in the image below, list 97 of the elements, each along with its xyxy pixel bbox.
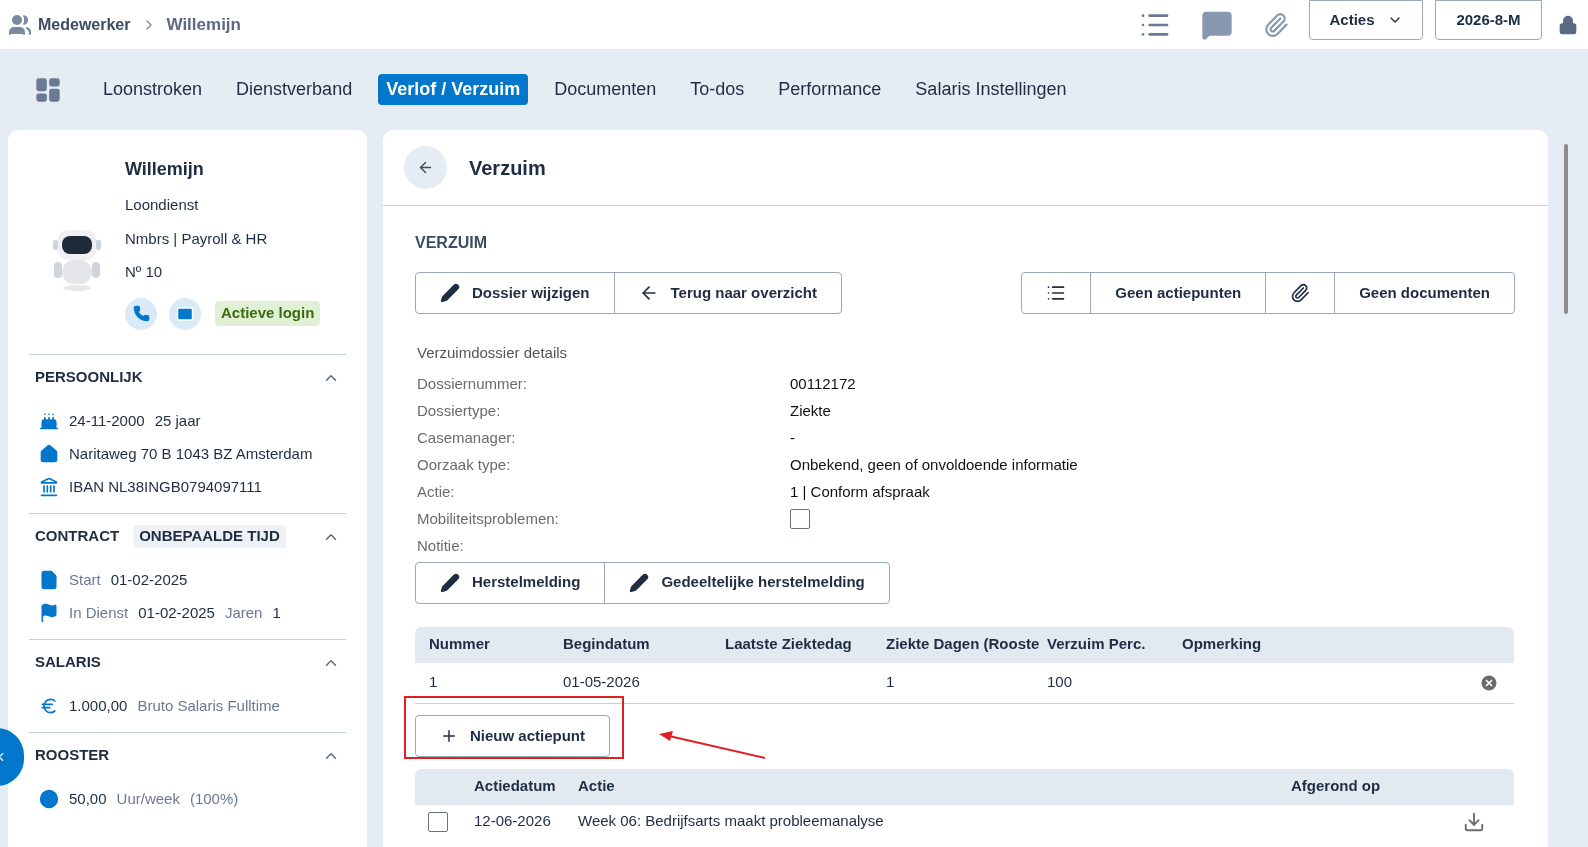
document-icon: [39, 570, 59, 590]
actions-dropdown[interactable]: Acties: [1309, 0, 1423, 40]
mail-button[interactable]: [169, 297, 201, 330]
column-header: Actie: [578, 776, 616, 797]
cake-icon: [39, 411, 59, 431]
table-cell-text: 01-05-2026: [563, 672, 641, 693]
status-badge: Actieve login: [215, 301, 321, 326]
section-title: SALARIS: [35, 652, 101, 673]
column-header: Nummer: [429, 634, 491, 655]
nav-tab[interactable]: Loonstroken: [95, 74, 211, 105]
table-cell-text: 100: [1047, 672, 1074, 693]
nav-tab[interactable]: To-dos: [682, 74, 753, 105]
list-icon: [1046, 283, 1067, 303]
nav-tab[interactable]: Salaris Instellingen: [907, 74, 1075, 105]
panel-title: Verzuim: [469, 155, 546, 181]
field-value: 01-02-2025: [110, 569, 188, 590]
pencil-icon: [440, 283, 460, 303]
detail-label: Dossiernummer:: [417, 373, 529, 394]
detail-value: 1 | Conform afspraak: [790, 481, 930, 502]
field-label: Bruto Salaris Fulltime: [137, 695, 280, 716]
table-cell-text: 1: [429, 672, 439, 693]
detail-label: Casemanager:: [417, 427, 517, 448]
section-title: ROOSTER: [35, 745, 110, 766]
section-heading: VERZUIM: [415, 233, 488, 253]
detail-label: Oorzaak type:: [417, 454, 512, 475]
dashboard-icon[interactable]: [34, 75, 62, 104]
field-value: 50,00: [69, 788, 107, 809]
profile-line: Nº 10: [125, 262, 164, 282]
table-cell-text: 1: [886, 672, 896, 693]
column-header: Laatste Ziektedag: [725, 634, 853, 655]
toolbar-button[interactable]: Gedeeltelijke herstelmelding: [604, 562, 889, 603]
detail-label: Mobiliteitsproblemen:: [417, 508, 560, 529]
section-title: CONTRACT: [35, 526, 120, 547]
field-value: 25 jaar: [154, 410, 201, 431]
column-header: Begindatum: [563, 634, 651, 655]
plus-icon: [440, 727, 458, 745]
profile-line: Nmbrs | Payroll & HR: [125, 228, 269, 249]
download-icon[interactable]: [1463, 810, 1485, 833]
field-value: IBAN NL38INGB0794097111: [69, 476, 262, 497]
field-value: 01-02-2025: [138, 602, 215, 623]
field-value: Naritaweg 70 B 1043 BZ Amsterdam: [69, 443, 313, 464]
column-header: Ziekte Dagen (Rooste: [886, 634, 1041, 655]
nav-tab[interactable]: Verlof / Verzuim: [378, 74, 529, 105]
field-value: 24-11-2000: [69, 410, 145, 431]
period-button[interactable]: 2026-8-M: [1435, 0, 1542, 40]
house-icon: [39, 444, 59, 464]
nav-tab[interactable]: Documenten: [546, 74, 665, 105]
toolbar-button[interactable]: Herstelmelding: [416, 562, 605, 603]
nav-tab[interactable]: Dienstverband: [228, 74, 361, 105]
detail-label: Actie:: [417, 481, 456, 502]
section-title: PERSOONLIJK: [35, 367, 143, 388]
toolbar-button[interactable]: Dossier wijzigen: [416, 273, 614, 313]
field-label: (100%): [189, 788, 239, 809]
field-value: 1.000,00: [69, 695, 128, 716]
field-label: In Dienst: [69, 602, 129, 623]
detail-label: Dossiertype:: [417, 400, 502, 421]
scrollbar[interactable]: [1564, 144, 1568, 314]
detail-value: -: [790, 427, 795, 448]
delete-icon[interactable]: [1479, 672, 1499, 693]
breadcrumb-link[interactable]: Medewerker: [38, 12, 131, 37]
flag-icon: [39, 603, 59, 623]
paperclip-icon[interactable]: [1263, 11, 1289, 38]
contract-badge: ONBEPAALDE TIJD: [133, 525, 286, 548]
employee-name: Willemijn: [125, 158, 205, 181]
phone-button[interactable]: [125, 297, 157, 330]
toolbar-button[interactable]: Geen documenten: [1334, 273, 1514, 313]
checkbox[interactable]: [428, 811, 448, 832]
profile-line: Loondienst: [125, 195, 200, 215]
people-icon: [8, 12, 32, 37]
field-label: Start: [69, 569, 101, 590]
column-header: Actiedatum: [474, 776, 557, 797]
column-header: Verzuim Perc.: [1047, 634, 1147, 655]
breadcrumb-current: Willemijn: [166, 13, 241, 36]
field-value: 1: [272, 602, 281, 623]
field-label: Jaren: [224, 602, 263, 623]
column-header: Afgerond op: [1291, 776, 1381, 797]
pencil-icon: [440, 572, 460, 593]
details-title: Verzuimdossier details: [416, 343, 569, 363]
phone-icon: [132, 305, 150, 322]
column-header: Opmerking: [1182, 634, 1263, 655]
field-label: Uur/week: [116, 788, 180, 809]
pencil-icon: [629, 572, 650, 593]
nav-tab[interactable]: Performance: [770, 74, 890, 105]
table-cell-text: Week 06: Bedrijfsarts maakt probleemanalyse: [578, 811, 885, 832]
table-cell-text: 12-06-2026: [474, 811, 552, 832]
detail-value: Onbekend, geen of onvoldoende informatie: [790, 454, 1078, 475]
bank-icon: [39, 477, 59, 497]
detail-label: Notitie:: [417, 535, 465, 556]
lock-icon[interactable]: [1558, 14, 1578, 35]
new-action-button[interactable]: Nieuw actiepunt: [415, 715, 610, 757]
toolbar-button[interactable]: Geen actiepunten: [1090, 273, 1266, 313]
detail-value: 00112172: [790, 373, 856, 394]
toolbar-button[interactable]: Terug naar overzicht: [613, 273, 841, 313]
checkbox[interactable]: [790, 509, 810, 529]
back-button[interactable]: [404, 146, 447, 189]
paperclip-icon: [1290, 283, 1311, 303]
detail-value: Ziekte: [790, 400, 831, 421]
